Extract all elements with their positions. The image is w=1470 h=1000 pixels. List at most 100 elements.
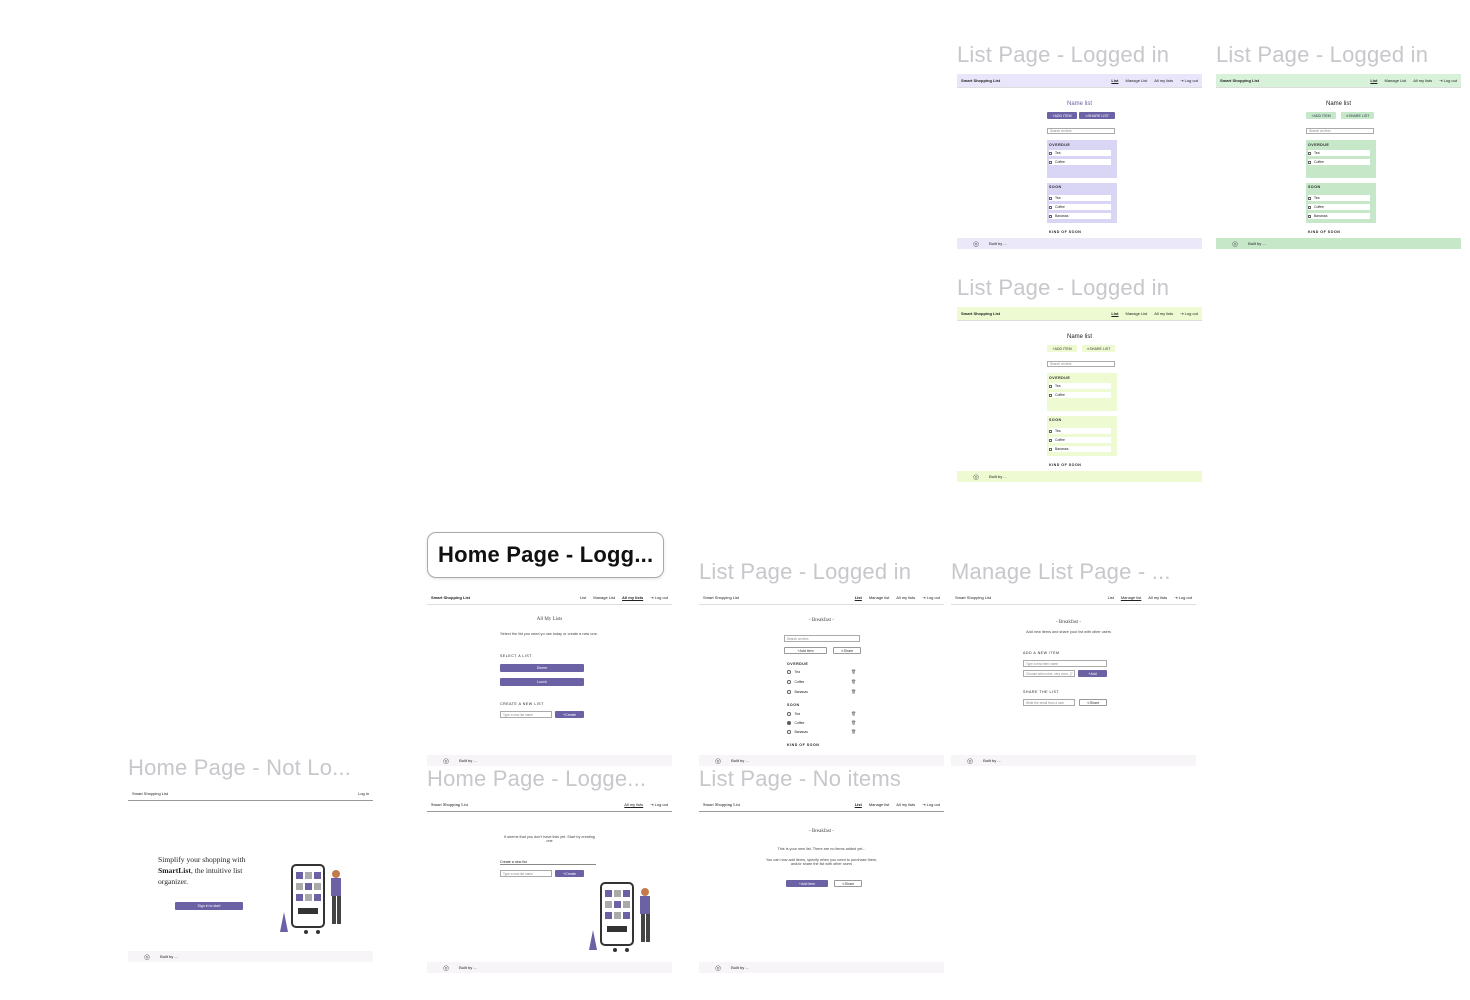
new-list-input[interactable]: Type a new list name bbox=[500, 870, 552, 877]
logout-link[interactable]: ⇥ Log out bbox=[1174, 595, 1192, 600]
search-input[interactable]: Search an item bbox=[1047, 361, 1115, 367]
brand-name[interactable]: Smart Shopping List bbox=[431, 802, 617, 807]
logout-link[interactable]: ⇥ Log out bbox=[922, 595, 940, 600]
search-input[interactable]: Search an item bbox=[1047, 128, 1115, 134]
github-icon[interactable]: ◎ bbox=[443, 757, 449, 765]
brand-name[interactable]: Smart Shopping List bbox=[431, 595, 573, 600]
github-icon[interactable]: ◎ bbox=[443, 964, 449, 972]
frame-title-list-main[interactable]: List Page - Logged in bbox=[699, 559, 944, 585]
add-item-button[interactable]: + Add item bbox=[786, 880, 828, 887]
share-list-button[interactable]: ≺ SHARE LIST bbox=[1341, 112, 1374, 119]
nav-all-lists[interactable]: All my lists bbox=[1148, 595, 1167, 600]
login-link[interactable]: Log in bbox=[358, 791, 369, 796]
share-button[interactable]: ≺ Share bbox=[1079, 699, 1107, 706]
frame-title-manage[interactable]: Manage List Page - ... bbox=[951, 559, 1196, 585]
logout-link[interactable]: ⇥ Log out bbox=[922, 802, 940, 807]
logout-link[interactable]: ⇥ Log out bbox=[1180, 78, 1198, 83]
list-item[interactable]: Coffee bbox=[787, 721, 804, 725]
logout-link[interactable]: ⇥ Log out bbox=[1439, 78, 1457, 83]
purchase-time-select[interactable]: Choose when next, very soon, (7 bbox=[1023, 670, 1075, 677]
add-item-button[interactable]: + ADD ITEM bbox=[1047, 345, 1077, 352]
add-item-button[interactable]: + Add item bbox=[784, 647, 827, 654]
create-button[interactable]: + Create bbox=[555, 870, 584, 877]
github-icon[interactable]: ◎ bbox=[967, 757, 973, 765]
list-item[interactable]: Coffee bbox=[1049, 392, 1111, 398]
trash-icon[interactable]: 🗑 bbox=[851, 720, 856, 725]
share-button[interactable]: ≺ Share bbox=[834, 880, 862, 887]
list-item[interactable]: Bananas bbox=[1049, 213, 1111, 219]
github-icon[interactable]: ◎ bbox=[1232, 240, 1238, 248]
add-button[interactable]: + Add bbox=[1078, 670, 1107, 677]
logout-link[interactable]: ⇥ Log out bbox=[1180, 311, 1198, 316]
brand-name[interactable]: Smart Shopping List bbox=[961, 311, 1104, 316]
nav-list[interactable]: List bbox=[1370, 78, 1377, 83]
list-item[interactable]: Tea bbox=[1308, 195, 1370, 201]
nav-manage[interactable]: Manage List bbox=[593, 595, 615, 600]
share-email-input[interactable]: Write the email from a user bbox=[1023, 699, 1075, 706]
list-button-dinner[interactable]: Dinner bbox=[500, 664, 584, 672]
frame-title-list-empty[interactable]: List Page - No items bbox=[699, 766, 944, 792]
list-button-lunch[interactable]: Lunch bbox=[500, 678, 584, 686]
nav-all-lists[interactable]: All my lists bbox=[622, 595, 643, 600]
nav-all-lists[interactable]: All my lists bbox=[1413, 78, 1432, 83]
list-item[interactable]: Tea bbox=[1049, 195, 1111, 201]
nav-list[interactable]: List bbox=[1111, 78, 1118, 83]
nav-all-lists[interactable]: All my lists bbox=[1154, 78, 1173, 83]
share-button[interactable]: ≺ Share bbox=[833, 647, 861, 654]
sign-in-button[interactable]: Sign in to start bbox=[175, 902, 243, 910]
logout-link[interactable]: ⇥ Log out bbox=[650, 595, 668, 600]
trash-icon[interactable]: 🗑 bbox=[851, 679, 856, 684]
trash-icon[interactable]: 🗑 bbox=[851, 711, 856, 716]
share-list-button[interactable]: ≺ SHARE LIST bbox=[1082, 345, 1115, 352]
item-name-input[interactable]: Type a new item name bbox=[1023, 660, 1107, 667]
frame-title-list-green[interactable]: List Page - Logged in bbox=[1216, 42, 1466, 68]
github-icon[interactable]: ◎ bbox=[973, 473, 979, 481]
frame-title-home-not-logged[interactable]: Home Page - Not Lo... bbox=[128, 755, 373, 781]
nav-list[interactable]: List bbox=[580, 595, 586, 600]
frame-title-home-logged-2[interactable]: Home Page - Logge... bbox=[427, 766, 672, 792]
list-item[interactable]: Tea bbox=[787, 670, 800, 674]
brand-name[interactable]: Smart Shopping List bbox=[955, 595, 1101, 600]
nav-list[interactable]: List bbox=[855, 802, 862, 807]
frame-title-list-lime[interactable]: List Page - Logged in bbox=[957, 275, 1202, 301]
add-item-button[interactable]: + ADD ITEM bbox=[1306, 112, 1336, 119]
nav-all-lists[interactable]: All my lists bbox=[624, 802, 643, 807]
list-item[interactable]: Tea bbox=[787, 712, 800, 716]
nav-manage[interactable]: Manage List bbox=[1125, 311, 1147, 316]
list-item[interactable]: Tea bbox=[1049, 150, 1111, 156]
list-item[interactable]: Coffee bbox=[1049, 204, 1111, 210]
nav-manage[interactable]: Manage List bbox=[1384, 78, 1406, 83]
list-item[interactable]: Coffee bbox=[1049, 437, 1111, 443]
nav-all-lists[interactable]: All my lists bbox=[896, 595, 915, 600]
github-icon[interactable]: ◎ bbox=[715, 757, 721, 765]
nav-all-lists[interactable]: All my lists bbox=[1154, 311, 1173, 316]
list-item[interactable]: Coffee bbox=[1049, 159, 1111, 165]
brand-name[interactable]: Smart Shopping List bbox=[1220, 78, 1363, 83]
nav-manage[interactable]: Manage List bbox=[1125, 78, 1147, 83]
github-icon[interactable]: ◎ bbox=[715, 964, 721, 972]
github-icon[interactable]: ◎ bbox=[973, 240, 979, 248]
list-item[interactable]: Bananas bbox=[787, 690, 808, 694]
frame-title-home-logged[interactable]: Home Page - Logg... bbox=[427, 532, 664, 578]
list-item[interactable]: Coffee bbox=[1308, 204, 1370, 210]
nav-all-lists[interactable]: All my lists bbox=[896, 802, 915, 807]
list-item[interactable]: Bananas bbox=[1308, 213, 1370, 219]
search-input[interactable]: Search an item bbox=[784, 635, 860, 642]
share-list-button[interactable]: ≺ SHARE LIST bbox=[1079, 112, 1115, 119]
brand-name[interactable]: Smart Shopping List bbox=[703, 802, 848, 807]
logout-link[interactable]: ⇥ Log out bbox=[650, 802, 668, 807]
add-item-button[interactable]: + ADD ITEM bbox=[1047, 112, 1077, 119]
list-item[interactable]: Tea bbox=[1308, 150, 1370, 156]
nav-list[interactable]: List bbox=[855, 595, 862, 600]
list-item[interactable]: Tea bbox=[1049, 428, 1111, 434]
nav-list[interactable]: List bbox=[1108, 595, 1114, 600]
list-item[interactable]: Bananas bbox=[787, 730, 808, 734]
nav-manage[interactable]: Manage list bbox=[1121, 595, 1141, 600]
create-button[interactable]: + Create bbox=[555, 711, 584, 718]
nav-manage[interactable]: Manage list bbox=[869, 802, 889, 807]
frame-title-list-purple[interactable]: List Page - Logged in bbox=[957, 42, 1202, 68]
list-item[interactable]: Coffee bbox=[787, 680, 804, 684]
list-item[interactable]: Coffee bbox=[1308, 159, 1370, 165]
brand-name[interactable]: Smart Shopping List bbox=[132, 791, 351, 796]
brand-name[interactable]: Smart Shopping List bbox=[961, 78, 1104, 83]
